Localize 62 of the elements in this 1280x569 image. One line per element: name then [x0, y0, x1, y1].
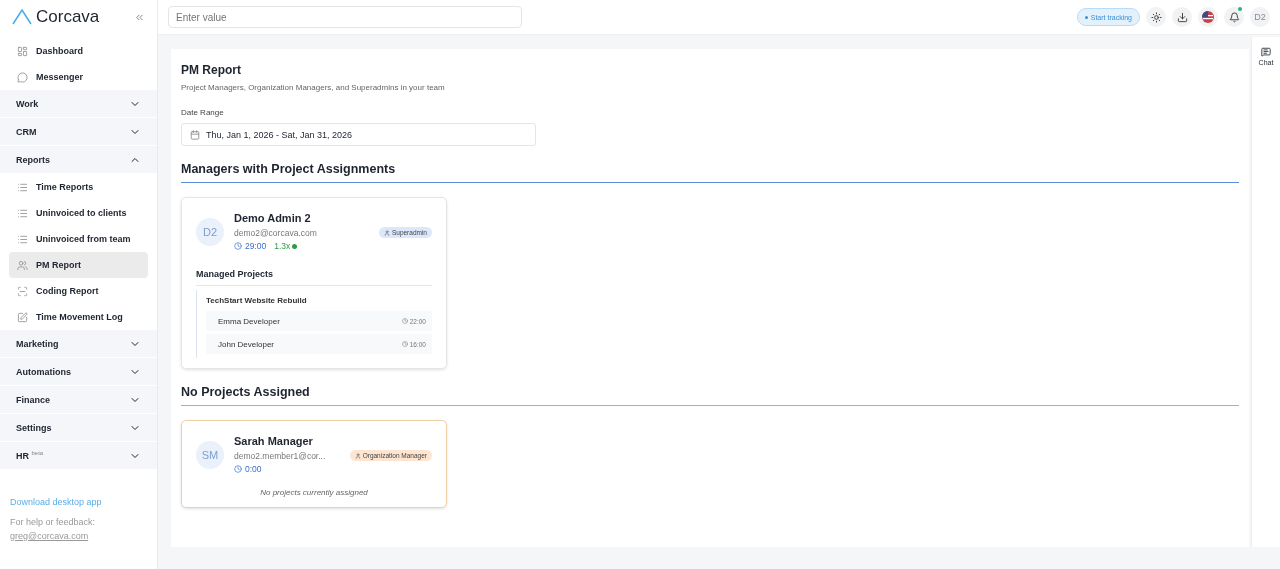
clock-icon — [401, 341, 408, 347]
email-text: demo2@corcava.com — [234, 227, 317, 238]
clock-icon — [401, 318, 408, 324]
bell-icon — [1228, 11, 1240, 23]
nav-group[interactable]: Marketing — [0, 330, 157, 358]
download-icon — [1176, 11, 1188, 23]
nav-item[interactable]: Uninvoiced to clients — [9, 200, 148, 226]
section-title: No Projects Assigned — [181, 385, 1239, 406]
nav-item[interactable]: Dashboard — [9, 38, 148, 64]
tracked-time: 0:00 — [234, 464, 262, 474]
nav-group[interactable]: Work — [0, 90, 157, 118]
tracked-time: 29:00 — [234, 241, 267, 251]
clock-icon — [234, 242, 242, 250]
projects-heading: Managed Projects — [196, 269, 432, 286]
empty-text: No projects currently assigned — [259, 488, 369, 497]
manager-name: Sarah Manager — [234, 435, 314, 447]
notifications-button[interactable] — [1224, 7, 1244, 27]
nav-group[interactable]: Finance — [0, 386, 157, 414]
page-subtitle: Project Managers, Organization Managers, and Superadmins in your team — [181, 83, 446, 92]
list-icon — [17, 181, 28, 193]
section-title: Managers with Project Assignments — [181, 162, 1239, 183]
page-title: PM Report — [181, 63, 242, 77]
chat-icon — [1261, 47, 1271, 57]
help-text: For help or feedback: — [10, 517, 97, 527]
avatar: SM — [196, 440, 224, 469]
nav-item[interactable]: Messenger — [9, 64, 148, 90]
nav-item[interactable]: Coding Report — [9, 278, 148, 304]
clock-icon — [234, 465, 242, 473]
field-label: Date Range — [181, 108, 225, 117]
nav-group[interactable]: Reports — [0, 146, 157, 174]
scan-icon — [17, 285, 28, 297]
list-icon — [17, 207, 28, 219]
manager-name: Demo Admin 2 — [234, 212, 312, 224]
dashboard-icon — [17, 45, 28, 57]
nav-item[interactable]: Time Movement Log — [9, 304, 148, 330]
search-field[interactable]: Enter value — [168, 6, 522, 28]
chat-icon — [17, 71, 28, 83]
avatar: D2 — [196, 217, 224, 246]
nav-group[interactable]: Automations — [0, 358, 157, 386]
date-range-field[interactable]: Thu, Jan 1, 2026 - Sat, Jan 31, 2026 — [181, 123, 536, 146]
user-icon — [383, 229, 390, 236]
email-text: demo2.member1@cor... — [234, 450, 326, 461]
list-icon — [17, 233, 28, 245]
theme-button[interactable] — [1146, 7, 1166, 27]
logo-text: Corcava — [36, 7, 101, 27]
nav-item[interactable]: Time Reports — [9, 174, 148, 200]
user-icon — [354, 452, 361, 459]
calendar-icon — [190, 129, 200, 140]
nav-group[interactable]: Settings — [0, 414, 157, 442]
language-button[interactable] — [1198, 7, 1218, 27]
project-name: TechStart Website Rebuild — [206, 296, 308, 305]
logo-icon — [12, 9, 32, 25]
nav-group[interactable]: HR $^{beta}$ — [0, 442, 157, 470]
edit-icon — [17, 311, 28, 323]
nav-group[interactable]: CRM — [0, 118, 157, 146]
sun-icon — [1150, 11, 1162, 23]
multiplier-text: 1.3x — [274, 241, 298, 251]
nav-item[interactable]: PM Report — [9, 252, 148, 278]
people-icon — [17, 259, 28, 271]
nav-item[interactable]: Uninvoiced from team — [9, 226, 148, 252]
notification-dot — [1238, 7, 1242, 11]
download-button[interactable] — [1172, 7, 1192, 27]
